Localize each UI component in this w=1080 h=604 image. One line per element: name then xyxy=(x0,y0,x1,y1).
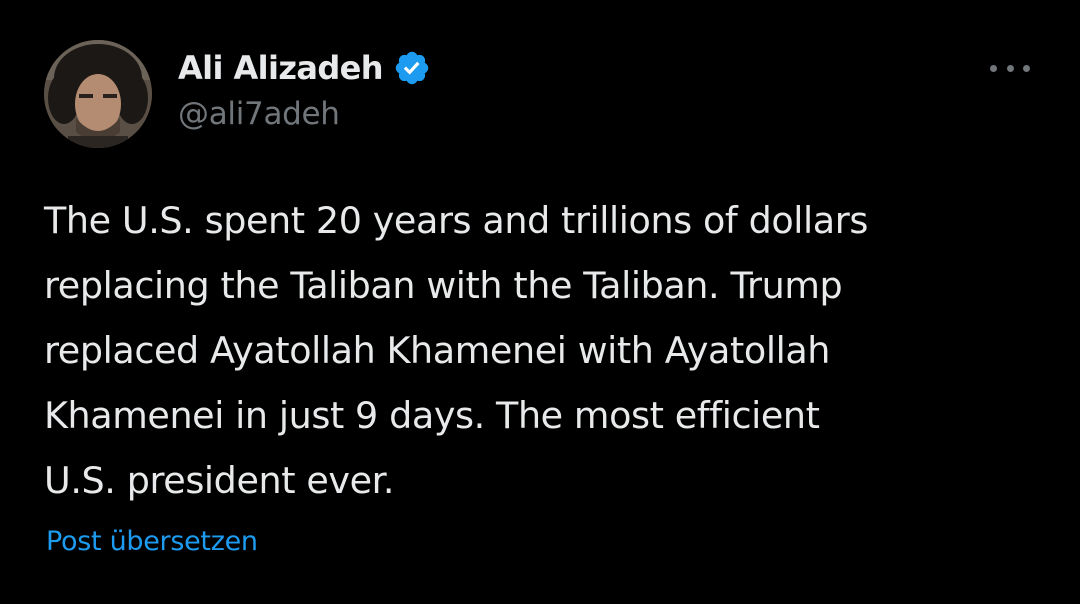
translate-post-link[interactable]: Post übersetzen xyxy=(46,526,258,557)
avatar-photo xyxy=(44,40,152,148)
name-row: Ali Alizadeh xyxy=(178,46,431,90)
post-text: The U.S. spent 20 years and trillions of… xyxy=(44,188,1044,513)
post-text-line: replacing the Taliban with the Taliban. … xyxy=(44,264,843,307)
verified-badge-icon xyxy=(393,49,431,87)
avatar[interactable] xyxy=(44,40,152,148)
tweet-card: Ali Alizadeh @ali7adeh The U.S. spent 20… xyxy=(0,0,1080,604)
more-options-button[interactable] xyxy=(984,50,1036,86)
post-text-line: U.S. president ever. xyxy=(44,459,395,502)
more-horizontal-icon xyxy=(1006,64,1014,72)
author-block: Ali Alizadeh @ali7adeh xyxy=(178,46,431,132)
more-horizontal-icon xyxy=(990,64,997,72)
post-text-line: Khamenei in just 9 days. The most effici… xyxy=(44,394,820,437)
display-name[interactable]: Ali Alizadeh xyxy=(178,49,384,87)
user-handle[interactable]: @ali7adeh xyxy=(178,96,431,132)
more-horizontal-icon xyxy=(1023,64,1030,72)
post-text-line: replaced Ayatollah Khamenei with Ayatoll… xyxy=(44,329,831,372)
post-text-line: The U.S. spent 20 years and trillions of… xyxy=(44,199,868,242)
